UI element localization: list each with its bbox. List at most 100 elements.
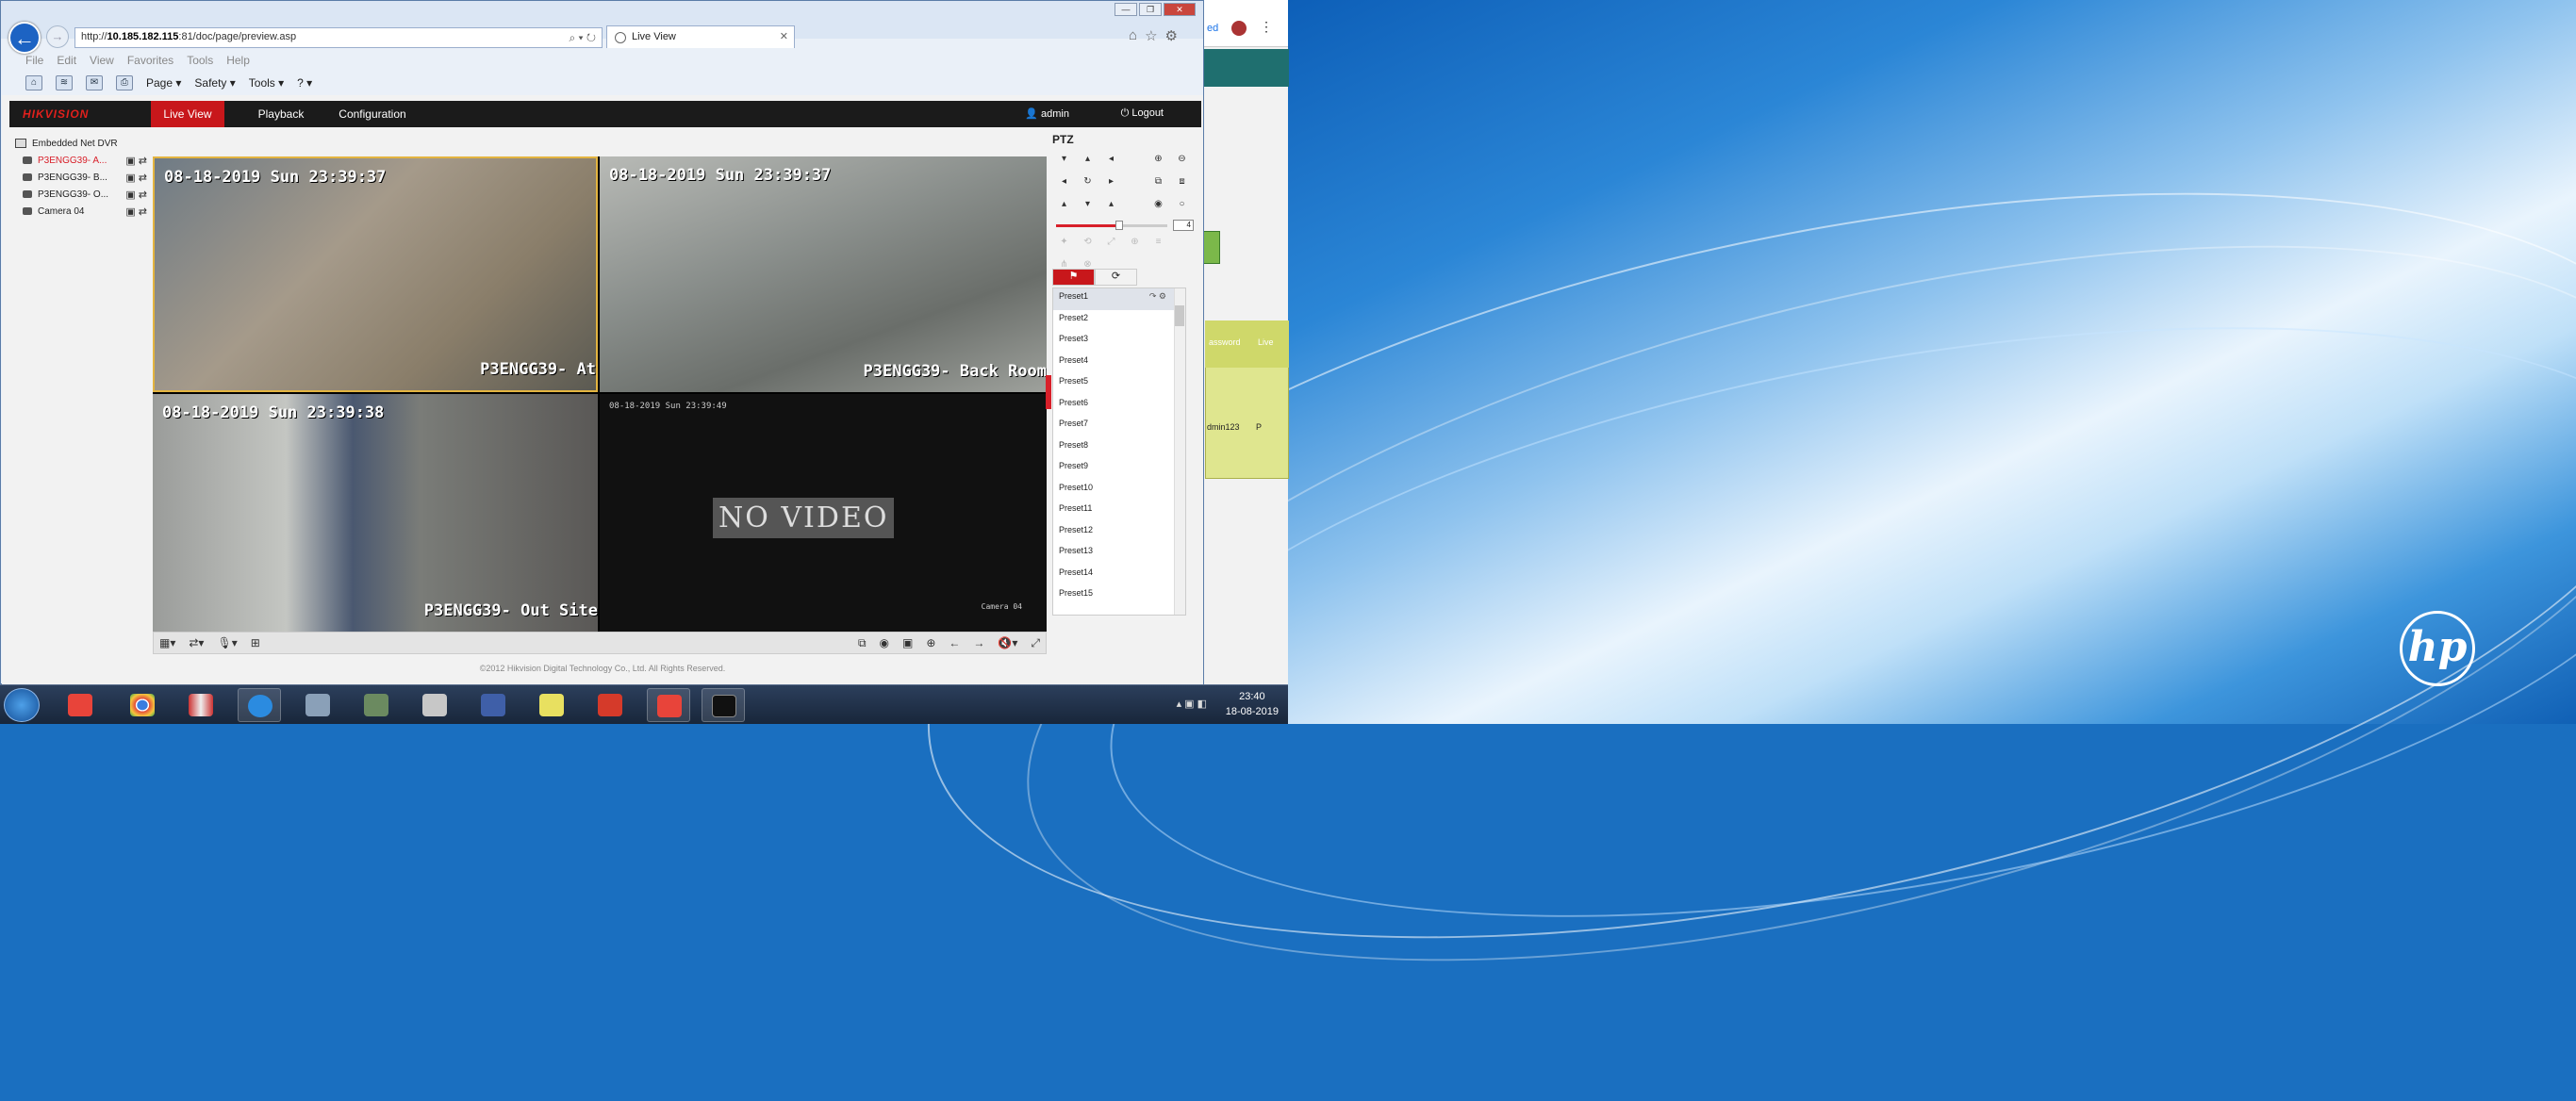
tree-camera-2[interactable]: P3ENGG39- B... ▣ ⇄ xyxy=(15,169,147,186)
video-window-1[interactable]: 08-18-2019 Sun 23:39:37 P3ENGG39- At xyxy=(153,156,598,392)
taskbar-app10[interactable] xyxy=(588,688,632,722)
list-item[interactable]: Preset9 xyxy=(1053,458,1185,480)
list-item[interactable]: Preset3 xyxy=(1053,331,1185,353)
print-icon[interactable]: ⎙ xyxy=(116,75,133,90)
focus-near-icon[interactable]: ⧉ xyxy=(1147,176,1170,191)
window-layout-icon[interactable]: ▦▾ xyxy=(159,636,175,649)
focus-far-icon[interactable]: ⧈ xyxy=(1170,176,1194,191)
camera-ops-icon[interactable]: ▣ ⇄ xyxy=(125,155,147,167)
taskbar-chrome[interactable] xyxy=(121,688,164,722)
zoom-in-icon[interactable]: ⊕ xyxy=(1147,154,1170,169)
list-item[interactable]: Preset7 xyxy=(1053,416,1185,437)
slider-knob[interactable] xyxy=(1115,221,1124,230)
menu-file[interactable]: File xyxy=(25,54,43,69)
mail-icon[interactable]: ✉ xyxy=(86,75,103,90)
stop-all-icon[interactable]: ⊞ xyxy=(251,636,260,649)
system-tray[interactable]: ▴ ▣ ◧ xyxy=(1177,698,1207,710)
stream-type-icon[interactable]: ⇄▾ xyxy=(189,636,204,649)
ptz-left-icon[interactable]: ◂ xyxy=(1052,176,1076,191)
list-item[interactable]: Preset8 xyxy=(1053,437,1185,459)
fullscreen-icon[interactable]: ⤢ xyxy=(1031,636,1040,650)
zoom-icon[interactable]: ⊕ xyxy=(926,636,935,650)
taskbar-app7[interactable] xyxy=(413,688,456,722)
taskbar-app6[interactable] xyxy=(355,688,398,722)
taskbar-app3[interactable] xyxy=(179,688,223,722)
ptz-up-left-icon[interactable]: ▾ xyxy=(1052,154,1076,169)
snapshot-icon[interactable]: ◉ xyxy=(880,636,889,650)
taskbar-app5[interactable] xyxy=(296,688,339,722)
search-refresh-icon[interactable]: ⌕ ▾ ↻ xyxy=(569,31,596,45)
list-item[interactable]: Preset2 xyxy=(1053,310,1185,332)
list-item[interactable]: Preset6 xyxy=(1053,395,1185,417)
taskbar-cmd[interactable] xyxy=(702,688,745,722)
tab-live-view[interactable]: Live View ✕ xyxy=(606,25,795,48)
page-menu[interactable]: Page ▾ xyxy=(146,76,181,90)
taskbar-anydesk-2[interactable] xyxy=(647,688,690,722)
preset-scrollbar[interactable] xyxy=(1174,288,1185,615)
address-bar[interactable]: http://10.185.182.115:81/doc/page/previe… xyxy=(74,27,603,48)
list-item[interactable]: Preset5 xyxy=(1053,373,1185,395)
list-item[interactable]: Preset1 ↷ ⚙ xyxy=(1053,288,1185,310)
list-item[interactable]: Preset13 xyxy=(1053,543,1185,565)
tab-close-icon[interactable]: ✕ xyxy=(780,30,788,42)
close-button[interactable]: ✕ xyxy=(1164,3,1196,16)
menu-icon[interactable]: ≡ xyxy=(1147,237,1170,252)
safety-menu[interactable]: Safety ▾ xyxy=(194,76,235,90)
capture-icon[interactable]: ⧉ xyxy=(858,636,867,650)
camera-ops-icon[interactable]: ▣ ⇄ xyxy=(125,172,147,184)
scrollbar-thumb[interactable] xyxy=(1175,305,1184,326)
list-item[interactable]: Preset11 xyxy=(1053,501,1185,522)
ptz-speed-slider[interactable]: 4 xyxy=(1052,218,1194,233)
record-icon[interactable]: ▣ xyxy=(902,636,913,650)
tab-patrol[interactable]: ⟳ xyxy=(1095,269,1137,286)
ptz-down-right-icon[interactable]: ▴ xyxy=(1099,199,1123,214)
list-item[interactable]: Preset4 xyxy=(1053,353,1185,374)
help-menu[interactable]: ? ▾ xyxy=(297,76,312,90)
camera-ops-icon[interactable]: ▣ ⇄ xyxy=(125,205,147,218)
minimize-button[interactable]: — xyxy=(1115,3,1137,16)
kebab-menu-icon[interactable]: ⋮ xyxy=(1260,19,1273,35)
center-icon[interactable]: ⊕ xyxy=(1123,237,1147,252)
ptz-down-icon[interactable]: ▾ xyxy=(1076,199,1099,214)
feeds-icon[interactable]: ≋ xyxy=(56,75,73,90)
list-item[interactable]: Preset14 xyxy=(1053,565,1185,586)
zoom-out-icon[interactable]: ⊖ xyxy=(1170,154,1194,169)
nav-configuration[interactable]: Configuration xyxy=(330,101,415,127)
audio-icon[interactable]: 🎙▾ xyxy=(217,636,237,649)
prev-page-icon[interactable]: ← xyxy=(949,636,960,650)
next-page-icon[interactable]: → xyxy=(973,636,984,650)
clock[interactable]: 23:40 18-08-2019 xyxy=(1226,689,1279,719)
avatar[interactable] xyxy=(1231,21,1247,36)
settings-gear-icon[interactable]: ⚙ xyxy=(1165,27,1178,44)
nav-live-view[interactable]: Live View xyxy=(151,101,224,127)
menu-tools[interactable]: Tools xyxy=(187,54,213,69)
maximize-button[interactable]: ❐ xyxy=(1139,3,1162,16)
list-item[interactable]: Preset10 xyxy=(1053,480,1185,501)
camera-ops-icon[interactable]: ▣ ⇄ xyxy=(125,189,147,201)
video-window-2[interactable]: 08-18-2019 Sun 23:39:37 P3ENGG39- Back R… xyxy=(600,156,1047,392)
list-item[interactable]: Preset12 xyxy=(1053,522,1185,544)
light-icon[interactable]: ✦ xyxy=(1052,237,1076,252)
menu-view[interactable]: View xyxy=(90,54,114,69)
ptz-up-icon[interactable]: ▴ xyxy=(1076,154,1099,169)
menu-help[interactable]: Help xyxy=(226,54,250,69)
logout-button[interactable]: ⏻ Logout xyxy=(1121,107,1164,120)
home-icon[interactable]: ⌂ xyxy=(1129,27,1137,44)
video-window-3[interactable]: 08-18-2019 Sun 23:39:38 P3ENGG39- Out Si… xyxy=(153,394,598,632)
tree-camera-1[interactable]: P3ENGG39- A... ▣ ⇄ xyxy=(15,152,147,169)
3d-zoom-icon[interactable]: ⤢ xyxy=(1099,237,1123,252)
iris-open-icon[interactable]: ◉ xyxy=(1147,199,1170,214)
ptz-panel-toggle[interactable] xyxy=(1046,375,1051,409)
taskbar-app8[interactable] xyxy=(471,688,515,722)
tree-root[interactable]: Embedded Net DVR xyxy=(15,135,147,152)
back-arrow-icon[interactable]: ← xyxy=(8,22,41,54)
tools-menu[interactable]: Tools ▾ xyxy=(249,76,284,90)
volume-icon[interactable]: 🔇▾ xyxy=(998,636,1017,650)
menu-favorites[interactable]: Favorites xyxy=(127,54,173,69)
taskbar-app9[interactable] xyxy=(530,688,573,722)
forward-arrow-icon[interactable]: → xyxy=(46,25,69,48)
menu-edit[interactable]: Edit xyxy=(57,54,76,69)
ptz-auto-icon[interactable]: ↻ xyxy=(1076,176,1099,191)
user-menu[interactable]: 👤 admin xyxy=(1025,107,1069,120)
favorites-star-icon[interactable]: ☆ xyxy=(1145,27,1157,44)
